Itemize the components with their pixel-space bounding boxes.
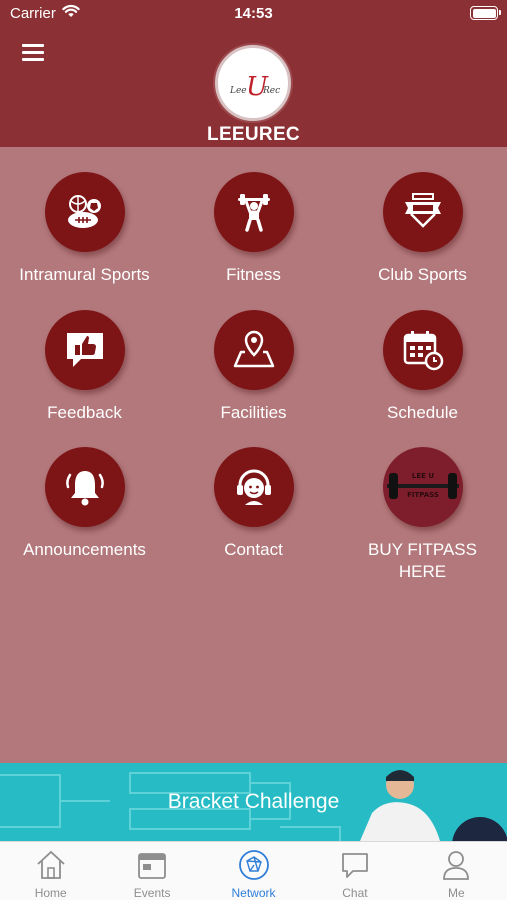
hamburger-menu-icon[interactable] [22, 44, 44, 62]
tile-label: Intramural Sports [19, 265, 150, 284]
tile-club-sports[interactable]: Club Sports [338, 172, 507, 286]
main-grid: Intramural Sports Fitness Club Sports Fe… [0, 147, 507, 763]
map-pin-icon [233, 330, 274, 368]
tile-label: Feedback [47, 403, 122, 422]
org-title: LEEUREC [207, 124, 300, 145]
tile-label: Facilities [220, 403, 287, 422]
banner-ribbon-icon [404, 193, 441, 228]
tab-label: Home [34, 886, 67, 900]
tab-label: Network [231, 886, 276, 900]
tab-network[interactable]: Network [203, 842, 304, 900]
svg-text:FITPASS: FITPASS [407, 491, 439, 499]
network-globe-icon [238, 850, 269, 880]
tab-events[interactable]: Events [101, 842, 202, 900]
tile-schedule[interactable]: Schedule [338, 310, 507, 424]
logo-mark: Lee U Rec [229, 72, 280, 102]
person-icon [443, 851, 470, 880]
status-bar: Carrier 14:53 [0, 0, 507, 28]
org-logo: Lee U Rec [215, 45, 291, 121]
tile-facilities[interactable]: Facilities [169, 310, 338, 424]
headset-person-icon [236, 469, 271, 505]
tile-buy-fitpass[interactable]: LEE U FITPASS BUY FITPASS HERE [338, 447, 507, 583]
tile-contact[interactable]: Contact [169, 447, 338, 561]
tile-intramural-sports[interactable]: Intramural Sports [0, 172, 169, 286]
tab-chat[interactable]: Chat [304, 842, 405, 900]
tile-label: Schedule [387, 403, 458, 422]
tile-label: Contact [224, 540, 283, 559]
status-time: 14:53 [234, 5, 273, 22]
tile-feedback[interactable]: Feedback [0, 310, 169, 424]
thumbs-up-speech-bubble-icon [66, 333, 103, 367]
tile-label: Announcements [23, 540, 146, 559]
svg-text:LEE U: LEE U [411, 472, 433, 480]
tab-bar: Home Events Network Chat Me [0, 841, 507, 900]
banner-title: Bracket Challenge [167, 790, 340, 813]
tab-label: Chat [342, 886, 368, 900]
calendar-icon [138, 853, 167, 879]
tab-label: Me [447, 886, 465, 900]
fitpass-barbell-graphic: LEE U FITPASS [386, 472, 459, 499]
sports-balls-icon [67, 195, 101, 228]
tile-announcements[interactable]: Announcements [0, 447, 169, 561]
bracket-challenge-banner[interactable]: Bracket Challenge [0, 763, 507, 841]
tab-home[interactable]: Home [0, 842, 101, 900]
weightlifter-icon [237, 194, 270, 232]
tab-me[interactable]: Me [406, 842, 507, 900]
tab-label: Events [133, 886, 171, 900]
tile-fitness[interactable]: Fitness [169, 172, 338, 286]
battery-icon [470, 6, 501, 20]
tile-label: Fitness [226, 265, 281, 284]
tile-label: BUY FITPASS HERE [368, 540, 477, 581]
svg-text:Lee: Lee [229, 86, 247, 96]
tile-label: Club Sports [378, 265, 467, 284]
calendar-clock-icon [403, 331, 443, 371]
bell-icon [65, 471, 104, 506]
svg-text:Rec: Rec [262, 86, 280, 96]
chat-bubble-icon [342, 853, 368, 878]
home-icon [37, 850, 65, 879]
app-header: Carrier 14:53 Lee U Rec LEEUREC [0, 0, 507, 147]
